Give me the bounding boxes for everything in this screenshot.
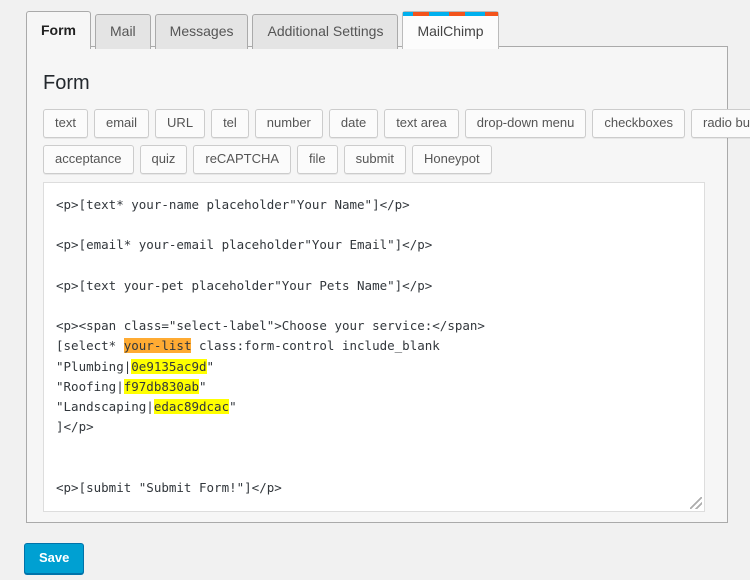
form-editor-panel: Form text email URL tel number date text… <box>26 46 728 523</box>
tag-button-acceptance[interactable]: acceptance <box>43 145 134 174</box>
code-line-6-prefix: "Plumbing| <box>56 359 131 374</box>
code-line-5-suffix: class:form-control include_blank <box>191 338 439 353</box>
tag-button-radio-buttons[interactable]: radio buttons <box>691 109 750 138</box>
tag-button-recaptcha[interactable]: reCAPTCHA <box>193 145 291 174</box>
highlight-option-hash-landscaping: edac89dcac <box>154 399 229 414</box>
code-line-2: <p>[email* your-email placeholder"Your E… <box>56 237 432 252</box>
tab-strip: Form Mail Messages Additional Settings M… <box>26 11 499 49</box>
tab-messages[interactable]: Messages <box>155 14 249 49</box>
code-line-7-prefix: "Roofing| <box>56 379 124 394</box>
tab-form-label: Form <box>41 22 76 38</box>
code-line-8-suffix: " <box>229 399 237 414</box>
tag-button-text-area[interactable]: text area <box>384 109 459 138</box>
highlight-option-hash-roofing: f97db830ab <box>124 379 199 394</box>
tag-button-date[interactable]: date <box>329 109 378 138</box>
code-line-6-suffix: " <box>207 359 215 374</box>
code-line-8-prefix: "Landscaping| <box>56 399 154 414</box>
highlight-option-hash-plumbing: 0e9135ac9d <box>131 359 206 374</box>
textarea-resize-handle-icon[interactable] <box>690 497 702 509</box>
tag-button-drop-down-menu[interactable]: drop-down menu <box>465 109 587 138</box>
tab-mail[interactable]: Mail <box>95 14 151 49</box>
code-line-3: <p>[text your-pet placeholder"Your Pets … <box>56 278 432 293</box>
tab-messages-label: Messages <box>170 23 234 39</box>
panel-inner: Form text email URL tel number date text… <box>27 47 727 512</box>
tag-button-tel[interactable]: tel <box>211 109 249 138</box>
save-button[interactable]: Save <box>24 543 84 574</box>
tag-button-email[interactable]: email <box>94 109 149 138</box>
tag-button-file[interactable]: file <box>297 145 338 174</box>
tag-button-submit[interactable]: submit <box>344 145 406 174</box>
code-line-7-suffix: " <box>199 379 207 394</box>
tag-button-honeypot[interactable]: Honeypot <box>412 145 492 174</box>
tag-button-url[interactable]: URL <box>155 109 205 138</box>
tab-mailchimp[interactable]: MailChimp <box>402 11 498 49</box>
page-title: Form <box>43 71 711 95</box>
tab-additional-settings-label: Additional Settings <box>267 23 383 39</box>
code-line-4: <p><span class="select-label">Choose you… <box>56 318 485 333</box>
form-code-content: <p>[text* your-name placeholder"Your Nam… <box>44 183 704 508</box>
tag-button-checkboxes[interactable]: checkboxes <box>592 109 685 138</box>
tag-button-text[interactable]: text <box>43 109 88 138</box>
form-code-textarea[interactable]: <p>[text* your-name placeholder"Your Nam… <box>43 182 705 512</box>
tab-mail-label: Mail <box>110 23 136 39</box>
code-line-10: <p>[submit "Submit Form!"]</p> <box>56 480 282 495</box>
highlight-select-name: your-list <box>124 338 192 353</box>
tab-additional-settings[interactable]: Additional Settings <box>252 14 398 49</box>
tag-button-row-2: acceptance quiz reCAPTCHA file submit Ho… <box>43 145 711 174</box>
code-line-1: <p>[text* your-name placeholder"Your Nam… <box>56 197 410 212</box>
tag-button-quiz[interactable]: quiz <box>140 145 188 174</box>
code-line-5-prefix: [select* <box>56 338 124 353</box>
tab-mailchimp-label: MailChimp <box>417 23 483 39</box>
tag-generator-buttons: text email URL tel number date text area… <box>43 109 711 174</box>
code-line-9: ]</p> <box>56 419 94 434</box>
tag-button-number[interactable]: number <box>255 109 323 138</box>
tab-form[interactable]: Form <box>26 11 91 49</box>
tag-button-row-1: text email URL tel number date text area… <box>43 109 711 138</box>
mailchimp-stripe-decoration <box>403 12 497 16</box>
